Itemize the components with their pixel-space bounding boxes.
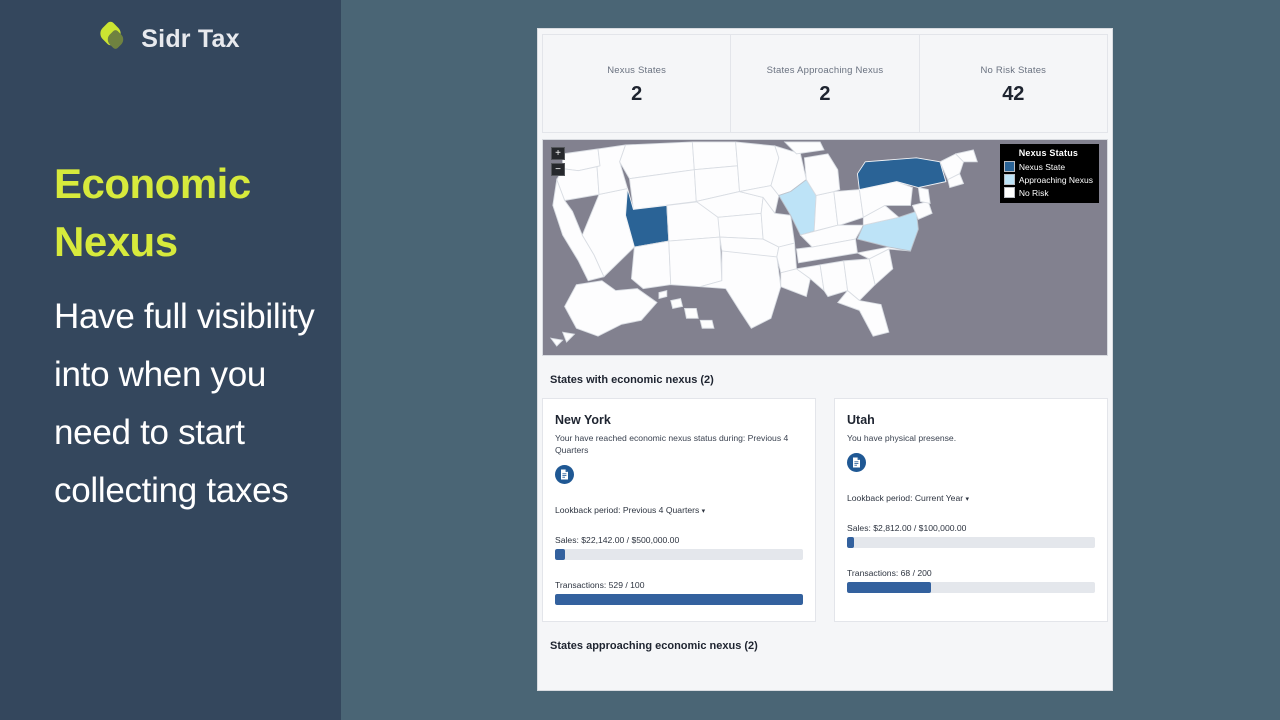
sales-metric: Sales: $22,142.00 / $500,000.00 — [555, 535, 803, 560]
brand-lockup: Sidr Tax — [0, 24, 341, 54]
zoom-out-button[interactable]: − — [551, 163, 565, 176]
sales-progress-track — [847, 537, 1095, 548]
approaching-section-title: States approaching economic nexus (2) — [538, 622, 1112, 664]
document-icon — [852, 457, 861, 468]
stat-value: 2 — [631, 83, 642, 106]
document-icon — [560, 469, 569, 480]
lookback-value: Current Year — [915, 493, 963, 503]
state-name: Utah — [847, 413, 1095, 427]
stat-label: Nexus States — [607, 65, 666, 76]
stat-card-nexus-states[interactable]: Nexus States 2 — [542, 34, 731, 133]
legend-swatch — [1004, 174, 1015, 185]
map-legend: Nexus Status Nexus State Approaching Nex… — [1000, 144, 1099, 203]
sales-progress-track — [555, 549, 803, 560]
transactions-progress-fill — [555, 594, 803, 605]
stat-card-approaching-nexus[interactable]: States Approaching Nexus 2 — [731, 34, 919, 133]
document-icon-button[interactable] — [555, 465, 574, 484]
sales-label: Sales: $22,142.00 / $500,000.00 — [555, 535, 803, 545]
transactions-label: Transactions: 529 / 100 — [555, 580, 803, 590]
state-card-utah[interactable]: Utah You have physical presense. Lookbac… — [834, 398, 1108, 622]
stat-value: 42 — [1002, 83, 1024, 106]
legend-label: Approaching Nexus — [1019, 175, 1093, 185]
transactions-metric: Transactions: 68 / 200 — [847, 568, 1095, 593]
legend-swatch — [1004, 187, 1015, 198]
marketing-subhead: Have full visibility into when you need … — [54, 288, 322, 520]
lookback-label: Lookback period: — [847, 493, 912, 503]
transactions-progress-fill — [847, 582, 931, 593]
legend-item-nexus-state: Nexus State — [1004, 161, 1093, 172]
lookback-period-dropdown[interactable]: Lookback period: Current Year ▾ — [847, 493, 1095, 503]
sales-label: Sales: $2,812.00 / $100,000.00 — [847, 523, 1095, 533]
chevron-down-icon: ▾ — [702, 508, 706, 515]
transactions-progress-track — [847, 582, 1095, 593]
chevron-down-icon: ▾ — [966, 496, 970, 503]
stat-label: States Approaching Nexus — [767, 65, 884, 76]
lookback-period-dropdown[interactable]: Lookback period: Previous 4 Quarters ▾ — [555, 505, 803, 515]
stat-card-no-risk-states[interactable]: No Risk States 42 — [920, 34, 1108, 133]
transactions-label: Transactions: 68 / 200 — [847, 568, 1095, 578]
sales-metric: Sales: $2,812.00 / $100,000.00 — [847, 523, 1095, 548]
leaf-diamond-icon — [101, 24, 127, 54]
legend-label: No Risk — [1019, 188, 1049, 198]
state-description: Your have reached economic nexus status … — [555, 432, 803, 456]
lookback-value: Previous 4 Quarters — [623, 505, 699, 515]
sales-progress-fill — [555, 549, 565, 560]
transactions-progress-track — [555, 594, 803, 605]
stat-card-row: Nexus States 2 States Approaching Nexus … — [538, 29, 1112, 133]
document-icon-button[interactable] — [847, 453, 866, 472]
us-nexus-map[interactable]: + − — [542, 139, 1108, 356]
legend-title: Nexus Status — [1004, 148, 1093, 158]
map-zoom-controls: + − — [551, 147, 565, 176]
state-card-row: New York Your have reached economic nexu… — [538, 398, 1112, 622]
legend-item-approaching-nexus: Approaching Nexus — [1004, 174, 1093, 185]
stat-label: No Risk States — [981, 65, 1047, 76]
zoom-in-button[interactable]: + — [551, 147, 565, 160]
nexus-section-title: States with economic nexus (2) — [538, 356, 1112, 398]
marketing-panel: Sidr Tax Economic Nexus Have full visibi… — [0, 0, 341, 720]
legend-swatch — [1004, 161, 1015, 172]
legend-item-no-risk: No Risk — [1004, 187, 1093, 198]
sales-progress-fill — [847, 537, 854, 548]
legend-label: Nexus State — [1019, 162, 1065, 172]
brand-name: Sidr Tax — [141, 25, 239, 54]
state-description: You have physical presense. — [847, 432, 1095, 444]
state-card-new-york[interactable]: New York Your have reached economic nexu… — [542, 398, 816, 622]
stat-value: 2 — [819, 83, 830, 106]
state-name: New York — [555, 413, 803, 427]
dashboard-window: Nexus States 2 States Approaching Nexus … — [537, 28, 1113, 691]
transactions-metric: Transactions: 529 / 100 — [555, 580, 803, 605]
lookback-label: Lookback period: — [555, 505, 620, 515]
marketing-headline: Economic Nexus — [54, 155, 314, 271]
